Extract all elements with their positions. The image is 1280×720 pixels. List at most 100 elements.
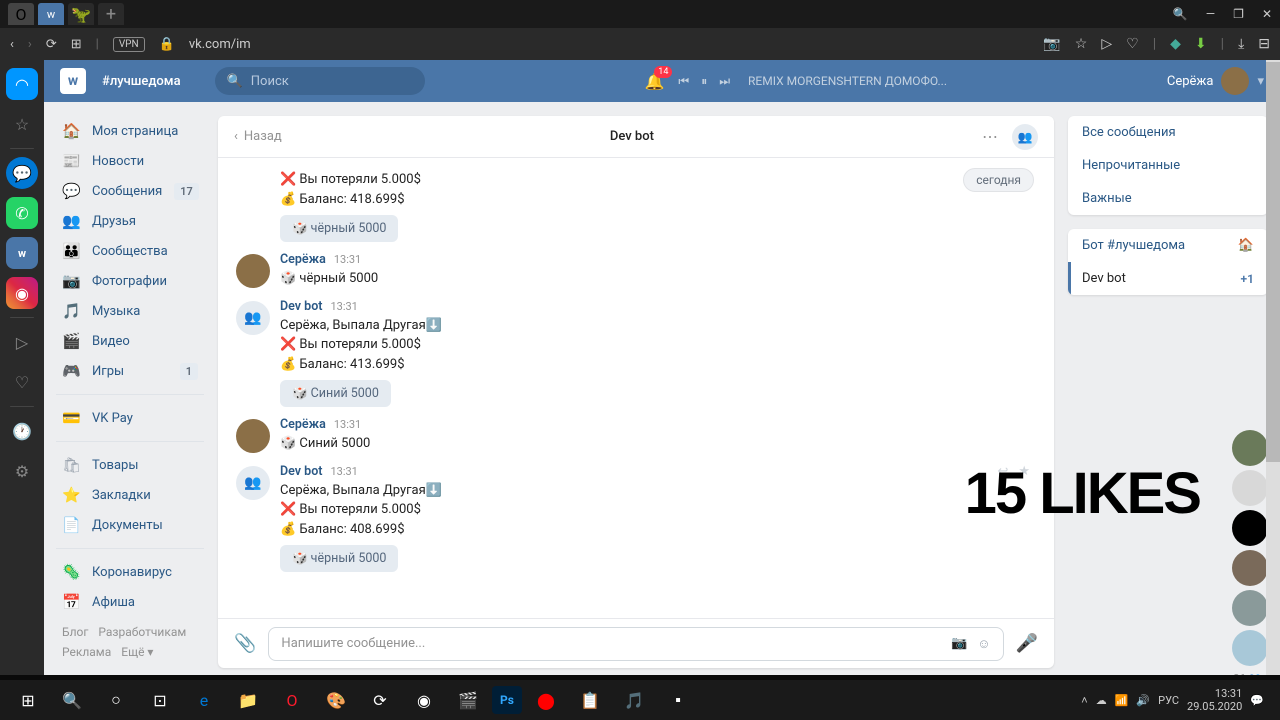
- close-button[interactable]: ✕: [1262, 7, 1272, 21]
- ext-icon-1[interactable]: ◆: [1170, 36, 1181, 52]
- send-icon[interactable]: ▷: [1101, 36, 1112, 52]
- friend-bubble[interactable]: [1232, 550, 1268, 586]
- dock-home[interactable]: ◠: [6, 68, 38, 100]
- dock-vk[interactable]: w: [6, 237, 38, 269]
- sidebar-item[interactable]: 🏠Моя страница: [56, 116, 204, 146]
- speed-dial-icon[interactable]: ⊞: [71, 37, 82, 52]
- footer-link[interactable]: Ещё ▾: [121, 645, 153, 659]
- voice-button[interactable]: 🎤: [1016, 633, 1038, 654]
- search-button[interactable]: 🔍: [52, 682, 92, 718]
- scrollbar[interactable]: [1266, 60, 1280, 675]
- user-menu[interactable]: Серёжа ▾: [1167, 67, 1264, 95]
- friend-bubble[interactable]: [1232, 630, 1268, 666]
- tb-app1[interactable]: 🎨: [316, 682, 356, 718]
- tb-app2[interactable]: ⟳: [360, 682, 400, 718]
- friend-bubble[interactable]: [1232, 430, 1268, 466]
- sidebar-item[interactable]: 🦠Коронавирус: [56, 557, 204, 587]
- sidebar-item[interactable]: 📄Документы: [56, 510, 204, 540]
- minimize-button[interactable]: —: [1206, 7, 1215, 21]
- msg-button[interactable]: 🎲 Синий 5000: [280, 380, 391, 407]
- reload-icon[interactable]: ⟳: [46, 37, 57, 52]
- new-tab-button[interactable]: +: [98, 3, 124, 25]
- dock-heart[interactable]: ♡: [6, 366, 38, 398]
- sidebar-item[interactable]: 🎬Видео: [56, 326, 204, 356]
- camera-icon[interactable]: 📷: [951, 636, 967, 651]
- nav-forward[interactable]: ›: [28, 37, 32, 52]
- friend-bubble[interactable]: [1232, 590, 1268, 626]
- tb-steam[interactable]: ◉: [404, 682, 444, 718]
- tab-3[interactable]: 🦖: [68, 3, 94, 25]
- dock-settings[interactable]: ⚙: [6, 455, 38, 487]
- notification-center[interactable]: 💬: [1250, 694, 1264, 707]
- tb-app4[interactable]: 📋: [570, 682, 610, 718]
- footer-link[interactable]: Реклама: [62, 645, 111, 659]
- chat-title[interactable]: Dev bot: [294, 129, 970, 144]
- taskview-button[interactable]: ⊡: [140, 682, 180, 718]
- tb-ps[interactable]: Ps: [492, 686, 522, 714]
- notifications-button[interactable]: 🔔 14: [644, 72, 664, 91]
- cortana-button[interactable]: ○: [96, 682, 136, 718]
- friend-bubble[interactable]: [1232, 470, 1268, 506]
- vk-hashtag[interactable]: #лучшедома: [102, 74, 181, 89]
- start-button[interactable]: ⊞: [8, 682, 48, 718]
- tb-explorer[interactable]: 📁: [228, 682, 268, 718]
- tb-edge[interactable]: e: [184, 682, 224, 718]
- search-input[interactable]: 🔍 Поиск: [215, 67, 425, 95]
- nav-back[interactable]: ‹: [10, 37, 14, 52]
- msg-sender[interactable]: Серёжа13:31: [280, 252, 1036, 267]
- tb-opera[interactable]: O: [272, 682, 312, 718]
- next-track-icon[interactable]: ⏭: [719, 74, 730, 89]
- emoji-icon[interactable]: ☺: [977, 636, 990, 652]
- footer-link[interactable]: Разработчикам: [98, 625, 186, 639]
- tray-up-icon[interactable]: ˄: [1081, 694, 1087, 707]
- vpn-badge[interactable]: VPN: [113, 37, 145, 52]
- sidebar-item[interactable]: 📰Новости: [56, 146, 204, 176]
- sidebar-item[interactable]: 📅Афиша: [56, 587, 204, 617]
- sidebar-item[interactable]: 👪Сообщества: [56, 236, 204, 266]
- sidebar-item[interactable]: 🎵Музыка: [56, 296, 204, 326]
- sidebar-icon[interactable]: ⊟: [1258, 36, 1270, 52]
- sidebar-item[interactable]: 🎮Игры1: [56, 356, 204, 386]
- chat-item[interactable]: Бот #лучшедома🏠: [1068, 229, 1268, 262]
- tray-volume-icon[interactable]: 🔊: [1136, 694, 1150, 707]
- sidebar-item[interactable]: 💳VK Pay: [56, 403, 204, 433]
- maximize-button[interactable]: ❐: [1233, 7, 1244, 21]
- msg-avatar[interactable]: [236, 254, 270, 288]
- dock-spaces[interactable]: ☆: [6, 108, 38, 140]
- song-title[interactable]: REMIX MORGENSHTERN ДОМОФО...: [748, 74, 947, 88]
- dock-messenger[interactable]: 💬: [6, 157, 38, 189]
- dock-history[interactable]: 🕐: [6, 415, 38, 447]
- scrollbar-thumb[interactable]: [1266, 62, 1280, 462]
- search-icon[interactable]: 🔍: [1173, 7, 1188, 21]
- tab-opera[interactable]: O: [8, 3, 34, 25]
- dock-instagram[interactable]: ◉: [6, 277, 38, 309]
- prev-track-icon[interactable]: ⏮: [678, 74, 689, 89]
- ext-icon-2[interactable]: ⬇: [1195, 36, 1207, 52]
- tray-cloud-icon[interactable]: ☁: [1096, 694, 1107, 707]
- msg-button[interactable]: 🎲 чёрный 5000: [280, 215, 398, 242]
- filter-item[interactable]: Все сообщения: [1068, 116, 1268, 149]
- clock[interactable]: 13:31 29.05.2020: [1187, 687, 1242, 713]
- messages-list[interactable]: сегодня ❌ Вы потеряли 5.000$💰 Баланс: 41…: [218, 158, 1054, 618]
- tab-vk[interactable]: w: [38, 3, 64, 25]
- message-input[interactable]: Напишите сообщение... 📷 ☺: [268, 627, 1003, 661]
- heart-icon[interactable]: ♡: [1126, 36, 1139, 52]
- url-text[interactable]: vk.com/im: [189, 37, 1030, 52]
- msg-sender[interactable]: Dev bot13:31: [280, 299, 1036, 314]
- msg-avatar[interactable]: 👥: [236, 466, 270, 500]
- screenshot-icon[interactable]: 📷: [1043, 36, 1060, 52]
- sidebar-item[interactable]: 👥Друзья: [56, 206, 204, 236]
- sidebar-item[interactable]: 💬Сообщения17: [56, 176, 204, 206]
- filter-item[interactable]: Важные: [1068, 182, 1268, 215]
- tb-record[interactable]: ⬤: [526, 682, 566, 718]
- chat-members-button[interactable]: 👥: [1012, 124, 1038, 150]
- footer-link[interactable]: Блог: [62, 625, 88, 639]
- tray-wifi-icon[interactable]: 📶: [1115, 694, 1129, 707]
- dock-play[interactable]: ▷: [6, 326, 38, 358]
- msg-avatar[interactable]: 👥: [236, 301, 270, 335]
- tb-app3[interactable]: 🎬: [448, 682, 488, 718]
- sidebar-item[interactable]: ⭐Закладки: [56, 480, 204, 510]
- friends-count[interactable]: 36 👥: [1232, 672, 1268, 675]
- attach-button[interactable]: 📎: [234, 633, 256, 654]
- sidebar-item[interactable]: 📷Фотографии: [56, 266, 204, 296]
